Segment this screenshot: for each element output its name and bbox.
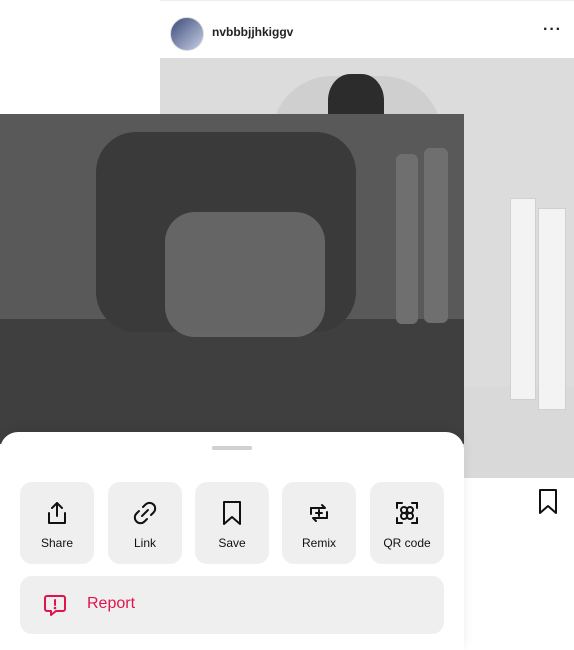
sheet-drag-handle[interactable]: [212, 446, 252, 450]
share-sheet: Share Link Save Remix QR code Report: [0, 432, 464, 650]
report-icon: [42, 592, 68, 618]
save-button[interactable]: Save: [195, 482, 269, 564]
video-roll: [396, 154, 418, 324]
remix-icon: [282, 498, 356, 528]
remix-button[interactable]: Remix: [282, 482, 356, 564]
share-label: Share: [40, 536, 74, 550]
link-button[interactable]: Link: [108, 482, 182, 564]
sheet-actions: Share Link Save Remix QR code: [20, 482, 444, 566]
remix-label: Remix: [301, 536, 336, 550]
qr-code-button[interactable]: QR code: [370, 482, 444, 564]
report-button[interactable]: Report: [20, 576, 444, 634]
video-preview: [0, 114, 464, 444]
qr-code-label: QR code: [383, 536, 431, 550]
video-table: [0, 318, 464, 444]
avatar[interactable]: [170, 17, 204, 51]
save-label: Save: [218, 536, 246, 550]
post-header: nvbbbjjhkiggv ···: [160, 0, 574, 59]
post-username[interactable]: nvbbbjjhkiggv: [212, 25, 293, 39]
share-button[interactable]: Share: [20, 482, 94, 564]
qr-code-icon: [370, 498, 444, 528]
post-image-roll: [538, 208, 566, 410]
video-bag: [165, 212, 325, 337]
post-bookmark-icon[interactable]: [537, 488, 559, 516]
video-roll: [424, 148, 448, 323]
share-icon: [20, 498, 94, 528]
post-image-roll: [510, 198, 536, 400]
more-options-icon[interactable]: ···: [543, 21, 562, 39]
link-label: Link: [133, 536, 156, 550]
bookmark-icon: [195, 498, 269, 528]
report-label: Report: [87, 595, 136, 612]
link-icon: [108, 498, 182, 528]
